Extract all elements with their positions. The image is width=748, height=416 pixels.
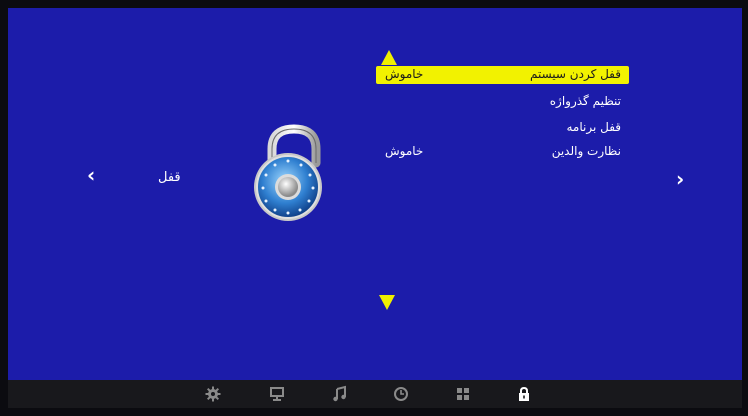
tab-display[interactable] <box>268 385 286 403</box>
tab-sound[interactable] <box>331 385 349 403</box>
clock-icon <box>394 387 408 401</box>
tab-apps[interactable] <box>454 385 472 403</box>
option-value: خاموش <box>385 67 424 81</box>
option-parental-control[interactable]: نظارت والدین خاموش <box>376 143 629 161</box>
lock-icon <box>519 386 529 401</box>
tab-lock[interactable] <box>515 385 533 403</box>
grid-icon <box>457 388 469 400</box>
bottom-tab-bar <box>8 380 742 408</box>
scroll-up-arrow[interactable] <box>381 50 397 65</box>
option-set-password[interactable]: تنظیم گذرواژه <box>376 93 629 111</box>
tab-settings[interactable] <box>204 385 222 403</box>
option-value: خاموش <box>385 144 424 158</box>
menu-title: قفل <box>158 170 181 185</box>
option-system-lock[interactable]: قفل کردن سیستم خاموش <box>376 66 629 84</box>
padlock-icon <box>254 124 322 221</box>
lock-settings-screen: ‹ قفل قفل کردن سیستم خاموش تنظیم گذرواژه… <box>8 8 742 380</box>
music-note-icon <box>333 385 346 402</box>
scroll-down-arrow[interactable] <box>379 295 395 310</box>
option-label: تنظیم گذرواژه <box>549 94 621 108</box>
option-label: قفل کردن سیستم <box>529 67 621 81</box>
option-label: نظارت والدین <box>551 144 621 158</box>
next-menu-arrow[interactable]: › <box>676 169 684 189</box>
option-app-lock[interactable]: قفل برنامه <box>376 119 629 137</box>
monitor-icon <box>270 387 284 401</box>
tab-time[interactable] <box>392 385 410 403</box>
previous-menu-arrow[interactable]: ‹ <box>87 165 95 185</box>
gear-icon <box>205 386 221 402</box>
option-label: قفل برنامه <box>566 120 621 134</box>
